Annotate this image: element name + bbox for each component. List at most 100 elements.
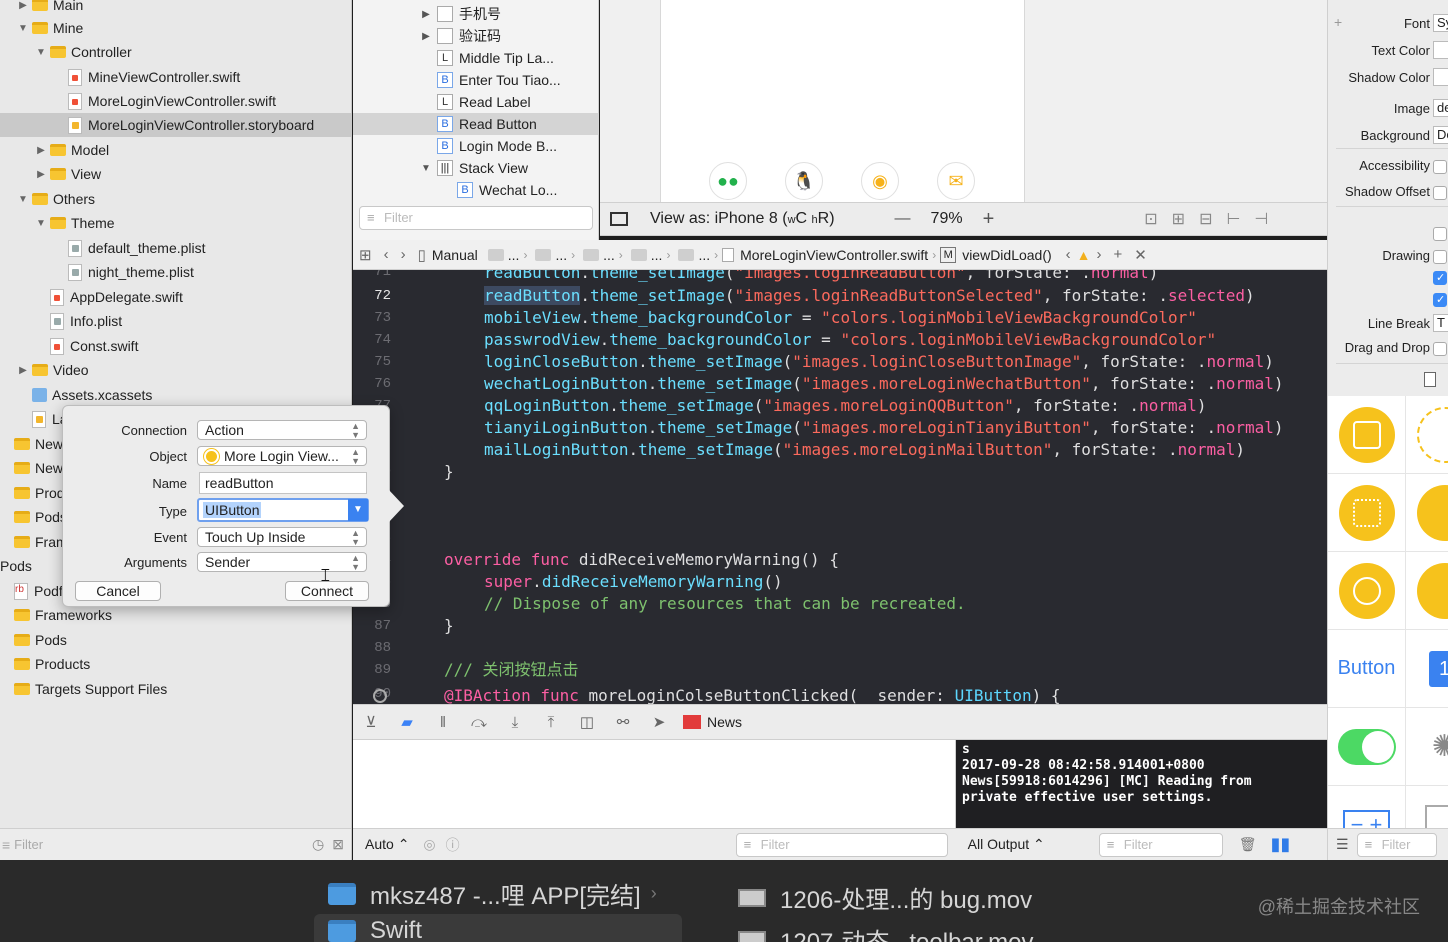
image-field[interactable]: de xyxy=(1433,99,1448,117)
drawing-checkbox[interactable] xyxy=(1433,271,1447,285)
disclosure-open-icon[interactable]: ▼ xyxy=(18,194,28,205)
navigator-item[interactable]: ▶ View xyxy=(0,162,351,186)
folder-item[interactable]: mksz487 -...哩 APP[完结] › xyxy=(328,876,657,911)
trash-icon[interactable]: 🗑 xyxy=(1239,836,1257,853)
code-line-71[interactable]: readButton.theme_setImage("images.loginR… xyxy=(484,270,1158,284)
outline-filter-input[interactable]: Filter xyxy=(359,206,593,230)
navigator-item[interactable]: AppDelegate.swift xyxy=(0,285,351,309)
navigator-item[interactable]: ▶ Main xyxy=(0,0,351,17)
outline-item[interactable]: B Read Button xyxy=(353,113,599,135)
navigator-item[interactable]: ▼ Controller xyxy=(0,40,351,64)
debug-target-label[interactable]: News xyxy=(707,714,742,730)
hide-debug-area-icon[interactable]: ⊻ xyxy=(353,713,389,731)
drag-drop-checkbox[interactable] xyxy=(1433,342,1447,356)
library-item-button[interactable]: Button xyxy=(1328,630,1406,708)
next-issue-icon[interactable]: › xyxy=(1097,246,1102,263)
library-item-segmented[interactable]: 1 xyxy=(1406,630,1448,708)
navigator-item[interactable]: Targets Support Files xyxy=(0,677,351,701)
event-select[interactable]: Touch Up Inside ▲ ▼ xyxy=(197,527,367,547)
add-editor-icon[interactable]: + xyxy=(1114,246,1123,263)
line-number[interactable]: 73 xyxy=(353,310,391,326)
disclosure-open-icon[interactable]: ▼ xyxy=(419,163,433,174)
library-item-container[interactable] xyxy=(1406,396,1448,474)
disclosure-closed-icon[interactable]: ▶ xyxy=(36,145,46,156)
library-filter-input[interactable]: Filter xyxy=(1356,832,1437,857)
disclosure-closed-icon[interactable]: ▶ xyxy=(419,31,433,42)
back-icon[interactable]: ‹ xyxy=(384,246,389,263)
navigator-item[interactable]: ▼ Others xyxy=(0,187,351,211)
library-item-table[interactable] xyxy=(1406,786,1448,828)
code-line-79[interactable]: mailLoginButton.theme_setImage("images.m… xyxy=(484,439,1245,461)
zoom-out-button[interactable]: — xyxy=(895,210,911,228)
code-editor[interactable]: 7172737475767778798081828384858687888990… xyxy=(353,270,1327,704)
line-number[interactable]: 71 xyxy=(353,270,391,280)
related-items-icon[interactable]: ⊞ xyxy=(359,246,372,264)
variables-view[interactable] xyxy=(353,740,956,828)
file-template-icon[interactable] xyxy=(1424,372,1436,387)
navigator-item[interactable]: default_theme.plist xyxy=(0,236,351,260)
disclosure-open-icon[interactable]: ▼ xyxy=(18,23,28,34)
code-line-87[interactable]: } xyxy=(444,615,454,637)
outline-item[interactable]: B Login Mode B... xyxy=(353,135,599,157)
navigator-item[interactable]: ▶ Video xyxy=(0,358,351,382)
console-filter-input[interactable]: Filter xyxy=(1098,832,1223,857)
outline-item[interactable]: L Middle Tip La... xyxy=(353,47,599,69)
drawing-checkbox[interactable] xyxy=(1433,250,1447,264)
outlet-connected-icon[interactable] xyxy=(373,689,387,703)
navigator-item[interactable]: ▼ Theme xyxy=(0,211,351,235)
navigator-item[interactable]: Info.plist xyxy=(0,309,351,333)
navigator-filter-input[interactable]: Filter xyxy=(14,837,43,852)
code-line-89[interactable]: /// 关闭按钮点击 xyxy=(444,659,579,681)
device-frame[interactable]: ●● 🐧 ◉ ✉ xyxy=(660,0,1025,202)
line-number[interactable]: 87 xyxy=(353,618,391,634)
library-item-switch[interactable] xyxy=(1328,708,1406,786)
close-icon[interactable]: ✕ xyxy=(1134,246,1147,264)
code-line-76[interactable]: wechatLoginButton.theme_setImage("images… xyxy=(484,373,1284,395)
cancel-button[interactable]: Cancel xyxy=(75,581,161,601)
font-field[interactable]: Sy xyxy=(1433,14,1448,32)
recent-icon[interactable]: ◷ xyxy=(312,836,324,853)
outline-item[interactable]: B Wechat Lo... xyxy=(353,179,599,201)
navigator-item[interactable]: Assets.xcassets xyxy=(0,383,351,407)
zoom-in-button[interactable]: + xyxy=(983,208,995,231)
split-view-icon[interactable]: ▮▮ xyxy=(1271,834,1291,855)
code-line-90[interactable]: @IBAction func moreLoginColseButtonClick… xyxy=(444,685,1061,704)
code-lines[interactable]: readButton.theme_setImage("images.loginR… xyxy=(401,270,1327,704)
code-line-74[interactable]: passwrodView.theme_backgroundColor = "co… xyxy=(484,329,1216,351)
disclosure-closed-icon[interactable]: ▶ xyxy=(36,169,46,180)
step-out-icon[interactable]: ⤒ xyxy=(533,714,569,731)
shadow-color-well[interactable] xyxy=(1433,68,1448,86)
eye-icon[interactable]: ◎ xyxy=(423,836,435,853)
editor-mode-icon[interactable]: ▯ xyxy=(418,246,426,264)
disclosure-open-icon[interactable]: ▼ xyxy=(36,47,46,58)
code-line-77[interactable]: qqLoginButton.theme_setImage("images.mor… xyxy=(484,395,1207,417)
line-number[interactable]: 89 xyxy=(353,662,391,678)
forward-icon[interactable]: › xyxy=(401,246,406,263)
list-mode-icon[interactable]: ☰ xyxy=(1336,836,1349,853)
accessibility-checkbox[interactable] xyxy=(1433,160,1447,174)
code-line-80[interactable]: } xyxy=(444,461,454,483)
line-number[interactable]: 72 xyxy=(353,288,391,304)
code-line-78[interactable]: tianyiLoginButton.theme_setImage("images… xyxy=(484,417,1284,439)
code-line-75[interactable]: loginCloseButton.theme_setImage("images.… xyxy=(484,351,1274,373)
line-break-select[interactable]: T xyxy=(1433,314,1448,332)
code-line-85[interactable]: super.didReceiveMemoryWarning() xyxy=(484,571,783,593)
navigator-item[interactable]: night_theme.plist xyxy=(0,260,351,284)
breadcrumb-ellipsis[interactable]: ... xyxy=(508,247,520,263)
prev-issue-icon[interactable]: ‹ xyxy=(1066,246,1071,263)
output-select[interactable]: All Output ⌃ xyxy=(968,836,1045,853)
breadcrumb-file[interactable]: MoreLoginViewController.swift xyxy=(740,247,928,263)
code-line-86[interactable]: // Dispose of any resources that can be … xyxy=(484,593,966,615)
navigator-item[interactable]: Pods xyxy=(0,628,351,652)
folder-item-selected[interactable]: Swift xyxy=(314,914,682,942)
sidebar-toggle-icon[interactable] xyxy=(610,212,628,226)
drawing-checkbox[interactable] xyxy=(1433,227,1447,241)
text-color-well[interactable] xyxy=(1433,41,1448,59)
drawing-checkbox[interactable] xyxy=(1433,293,1447,307)
navigator-item[interactable]: Const.swift xyxy=(0,334,351,358)
breadcrumb-manual[interactable]: Manual xyxy=(432,247,478,263)
breadcrumb-ellipsis[interactable]: ... xyxy=(698,247,710,263)
outline-item[interactable]: ▶ 手机号 xyxy=(353,3,599,25)
library-item-tabbar[interactable] xyxy=(1406,474,1448,552)
scm-filter-icon[interactable]: ⊠ xyxy=(332,836,344,853)
